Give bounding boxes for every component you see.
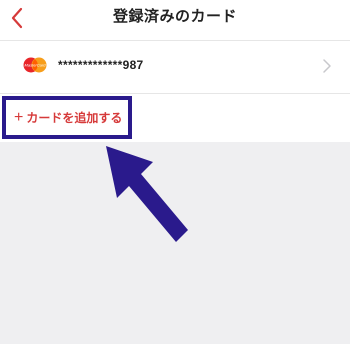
chevron-right-icon: [323, 59, 331, 73]
add-card-label: カードを追加する: [26, 111, 123, 125]
card-number: *************987: [58, 58, 144, 72]
add-card-content: + カードを追加する: [14, 109, 122, 126]
screen: 登録済みのカード MasterCard *************987 + カ…: [0, 0, 350, 344]
nav-bar: 登録済みのカード: [0, 0, 350, 36]
registered-card-row[interactable]: MasterCard *************987: [0, 40, 350, 94]
mastercard-logo-text: MasterCard: [25, 63, 47, 68]
add-card-button[interactable]: + カードを追加する: [2, 96, 132, 139]
pointer-arrow-icon: [106, 146, 188, 242]
plus-icon: +: [14, 108, 24, 126]
mastercard-logo-icon: MasterCard: [23, 57, 47, 73]
page-title: 登録済みのカード: [112, 8, 237, 25]
